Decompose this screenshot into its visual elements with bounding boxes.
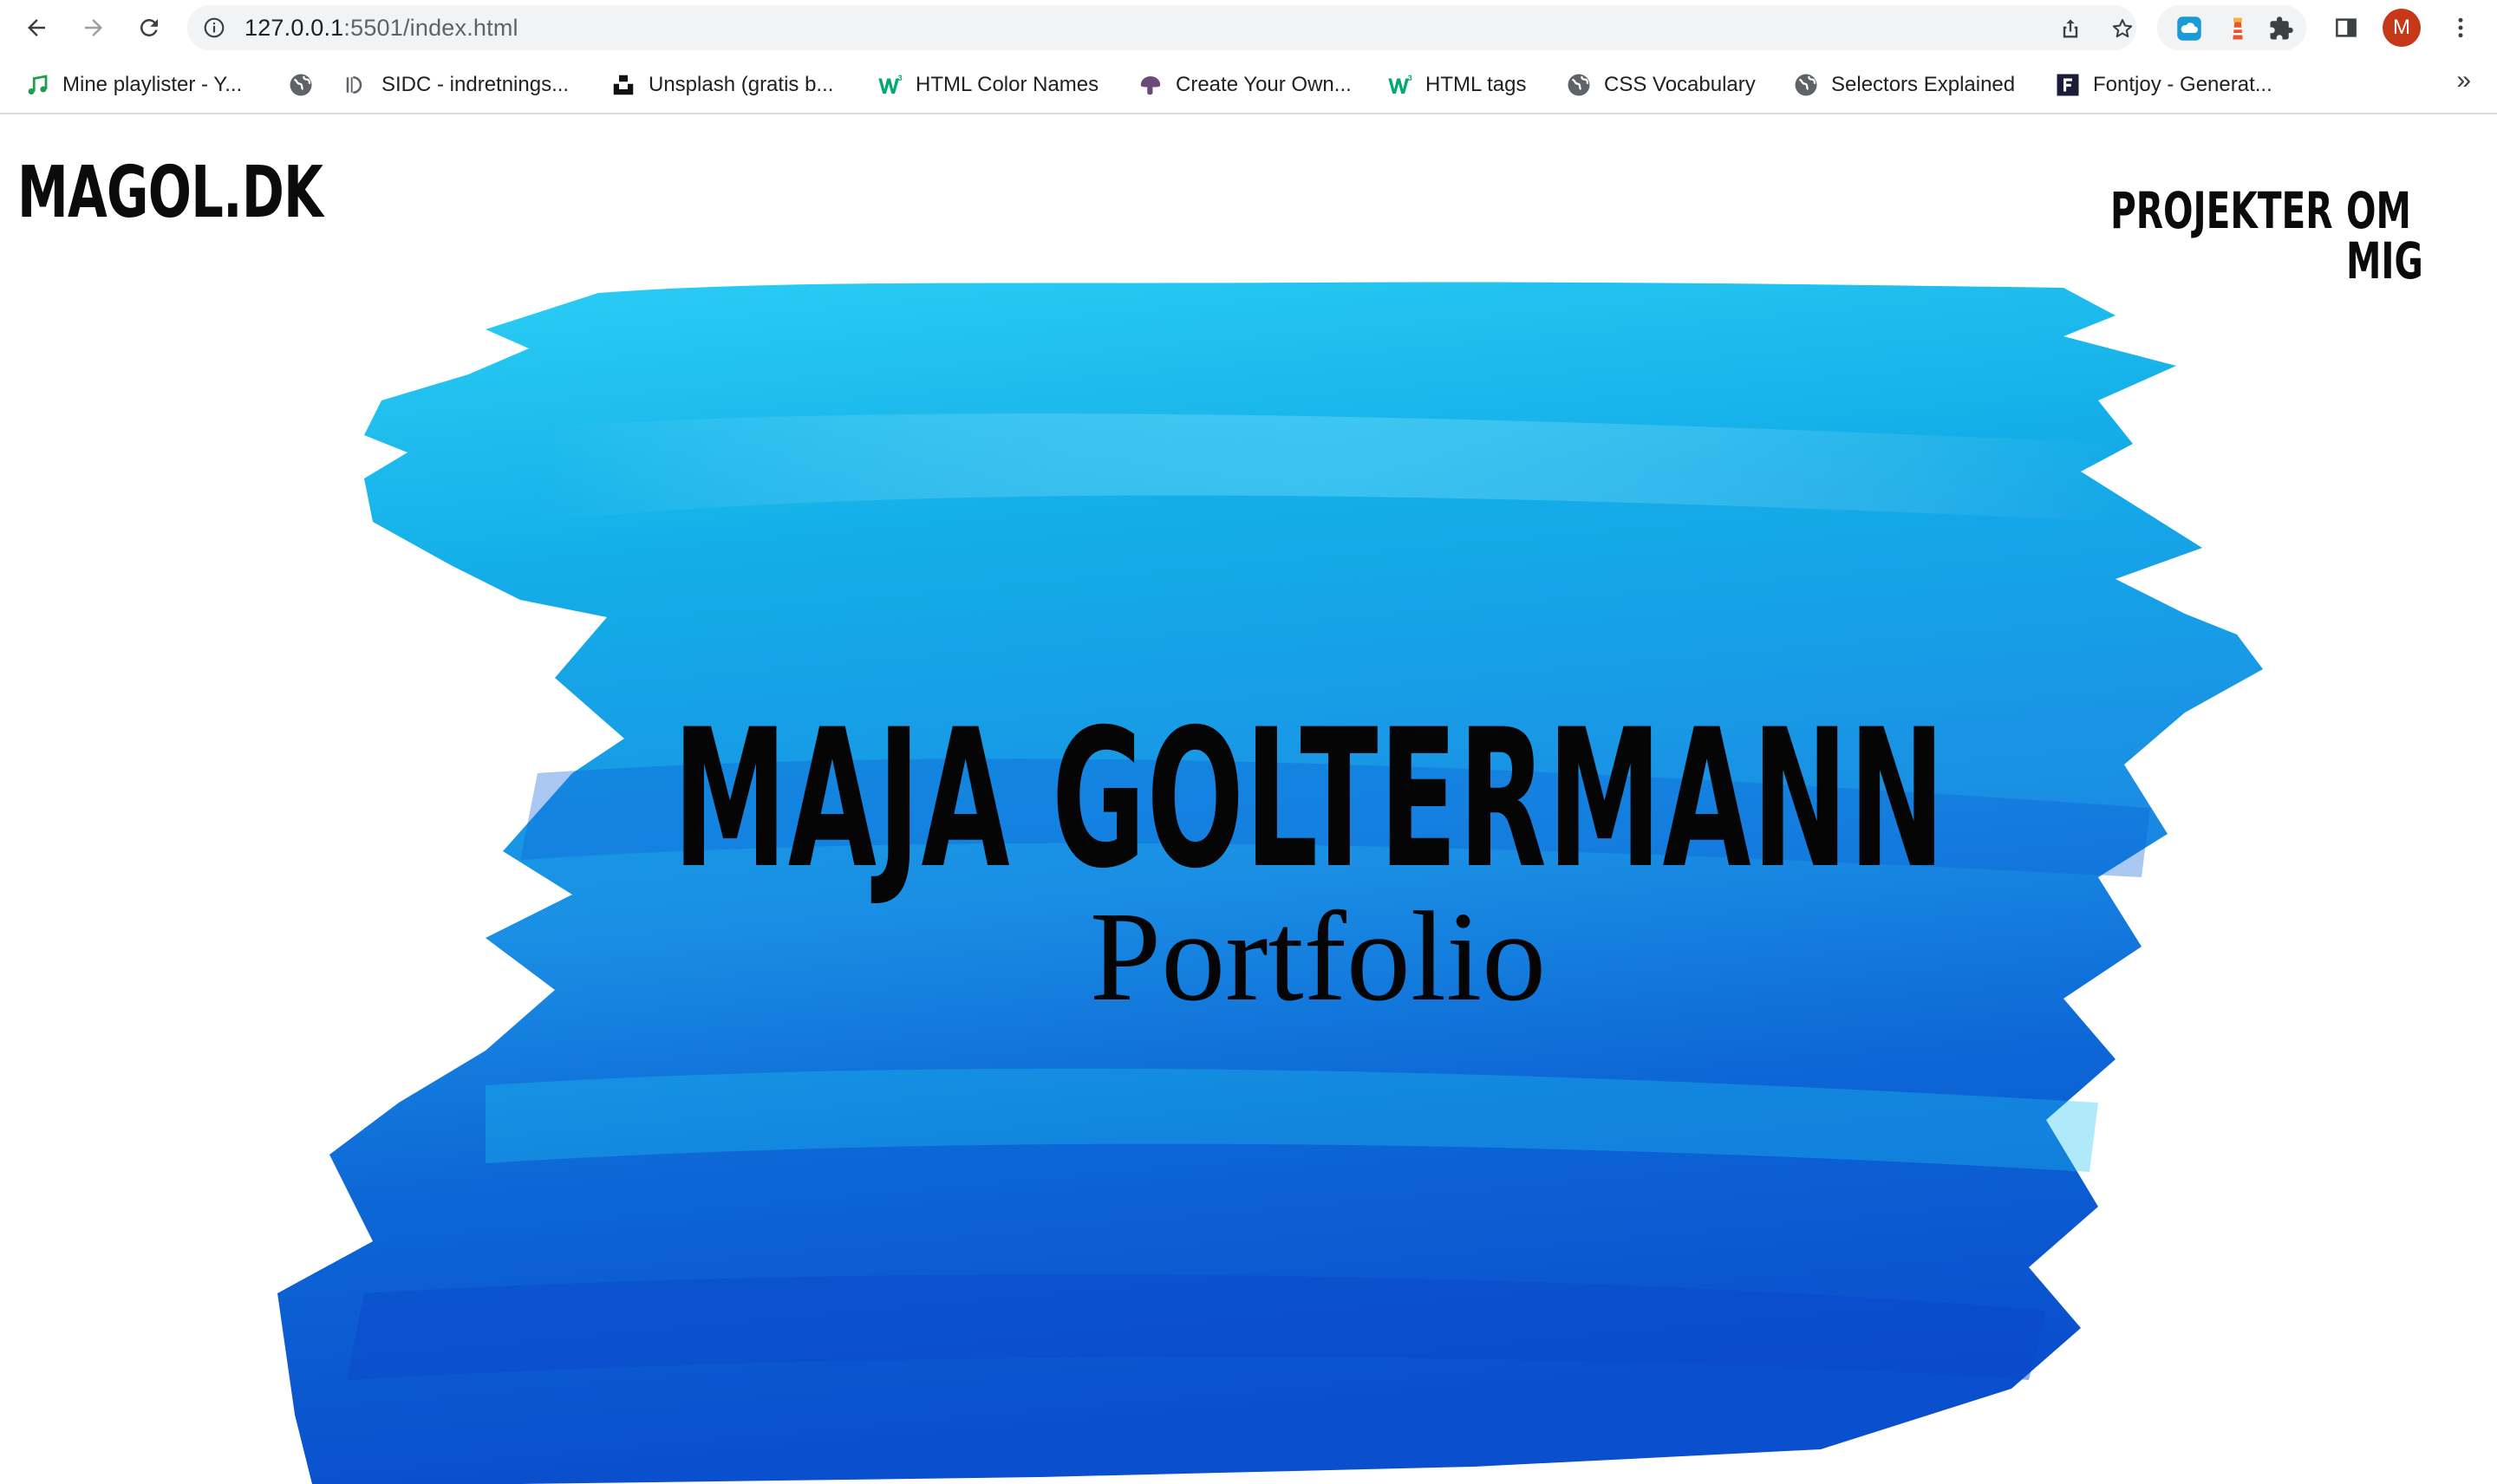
bookmark-item[interactable] [288,64,326,106]
reload-icon [140,18,158,36]
arrow-right-icon [85,19,102,36]
mushroom-icon [1138,72,1164,98]
cloud-extension-icon[interactable] [2176,16,2202,42]
bookmark-label: SIDC - indretnings... [381,73,570,96]
browser-toolbar: 127.0.0.1:5501/index.html M [0,0,2497,55]
hero-title-text: MAJA GOLTERMANN [673,688,1946,910]
fontjoy-icon [2055,72,2081,98]
bookmark-item[interactable]: SIDC - indretnings... [343,64,569,106]
sidc-icon [343,72,369,98]
arrow-left-icon [28,19,45,36]
bookmark-label: HTML Color Names [916,73,1099,96]
hero-subtitle: Portfolio [0,893,2497,1021]
info-icon[interactable] [203,16,225,39]
hero-subtitle-text: Portfolio [1089,886,1547,1028]
svg-text:3: 3 [1408,74,1412,82]
bookmark-item[interactable]: Unsplash (gratis b... [610,64,833,106]
music-note-icon [24,72,50,98]
bookmark-item[interactable]: Mine playlister - Y... [24,64,242,106]
menu-button[interactable] [2443,10,2478,45]
bookmark-item[interactable]: 3 HTML tags [1387,64,1526,106]
lighthouse-icon[interactable] [2225,16,2251,42]
bookmark-item[interactable]: Create Your Own... [1138,64,1352,106]
back-button[interactable] [19,10,54,45]
nav-link-about[interactable]: OM MIG [2346,186,2452,286]
address-bar[interactable]: 127.0.0.1:5501/index.html [187,5,2136,50]
bookmark-label: HTML tags [1425,73,1527,96]
nav-link-projects[interactable]: PROJEKTER [2110,186,2333,236]
bookmark-label: Selectors Explained [1831,73,2016,96]
forward-button[interactable] [76,10,111,45]
unsplash-icon [610,72,636,98]
share-icon[interactable] [2058,16,2083,41]
bookmark-label: Unsplash (gratis b... [649,73,834,96]
bookmark-item[interactable]: Selectors Explained [1793,64,2015,106]
globe-icon [1566,72,1592,98]
globe-icon [1793,72,1819,98]
svg-text:3: 3 [898,74,903,82]
w3schools-icon: 3 [877,72,903,98]
profile-avatar[interactable]: M [2383,9,2421,47]
url-host: 127.0.0.1 [244,15,344,41]
extensions-group [2157,5,2306,50]
bookmark-item[interactable]: CSS Vocabulary [1566,64,1756,106]
web-page: MAGOL.DK PROJEKTER OM MIG MAJA GOLTERMAN… [0,114,2497,1484]
bookmark-item[interactable]: 3 HTML Color Names [877,64,1099,106]
more-bookmarks-button[interactable]: » [2456,66,2471,95]
w3schools-icon: 3 [1387,72,1413,98]
hero-title: MAJA GOLTERMANN [0,704,2497,895]
bookmark-label: Create Your Own... [1176,73,1352,96]
bookmark-label: CSS Vocabulary [1604,73,1756,96]
bookmark-item[interactable]: Fontjoy - Generat... [2055,64,2272,106]
site-logo[interactable]: MAGOL.DK [17,158,323,229]
globe-icon [288,72,314,98]
puzzle-icon[interactable] [2268,16,2294,42]
bookmark-label: Mine playlister - Y... [62,73,243,96]
star-icon[interactable] [2110,16,2135,41]
reload-button[interactable] [132,10,166,45]
kebab-menu-icon [2458,17,2463,38]
side-panel-button[interactable] [2329,10,2363,45]
side-panel-icon [2336,18,2357,37]
bookmarks-bar: Mine playlister - Y... SIDC - indretning… [0,57,2497,114]
url-path: :5501/index.html [343,15,518,41]
url-text[interactable]: 127.0.0.1:5501/index.html [244,5,518,50]
bookmark-label: Fontjoy - Generat... [2093,73,2272,96]
